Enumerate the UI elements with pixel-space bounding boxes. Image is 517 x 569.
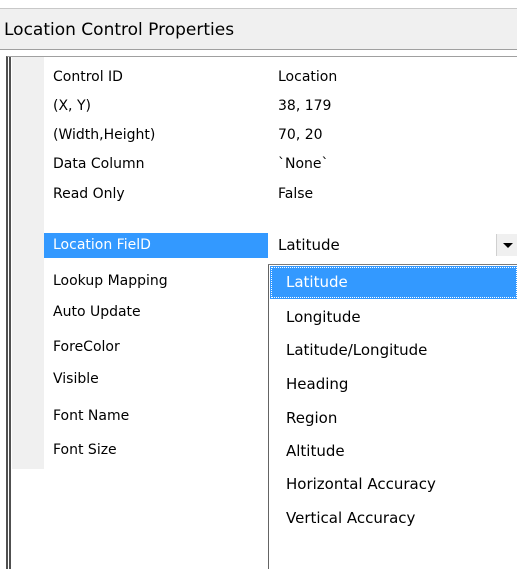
dropdown-option[interactable]: Latitude (270, 266, 517, 299)
dropdown-option[interactable]: Latitude/Longitude (270, 334, 517, 367)
property-value[interactable]: Location (278, 63, 513, 91)
property-name: Font Name (53, 408, 130, 424)
property-value[interactable]: 70, 20 (278, 121, 513, 149)
window-title: Location Control Properties (4, 20, 235, 40)
property-name: Control ID (53, 69, 123, 85)
location-field-combobox[interactable]: Latitude (268, 231, 517, 259)
property-name: Lookup Mapping (53, 273, 168, 289)
property-name: Read Only (53, 186, 125, 202)
dropdown-option[interactable]: Heading (270, 368, 517, 401)
property-name: (Width,Height) (53, 127, 156, 143)
dropdown-option[interactable]: Region (270, 402, 517, 435)
property-name: ForeColor (53, 339, 120, 355)
property-name: Font Size (53, 442, 117, 458)
property-name: (X, Y) (53, 98, 91, 114)
property-row-data-column[interactable]: Data Column `None` (44, 150, 517, 178)
properties-window: Location Control Properties Control ID L… (0, 0, 517, 569)
property-value[interactable]: `None` (278, 150, 513, 178)
property-name: Location FielD (53, 237, 151, 253)
location-field-dropdown-list[interactable]: Latitude Longitude Latitude/Longitude He… (268, 265, 517, 569)
property-row-read-only[interactable]: Read Only False (44, 180, 517, 208)
property-name: Auto Update (53, 304, 141, 320)
combobox-value: Latitude (278, 236, 340, 254)
property-row-width-height[interactable]: (Width,Height) 70, 20 (44, 121, 517, 149)
property-name: Data Column (53, 156, 145, 172)
property-row-control-id[interactable]: Control ID Location (44, 63, 517, 91)
dropdown-option[interactable]: Longitude (270, 301, 517, 334)
property-value[interactable]: 38, 179 (278, 92, 513, 120)
property-row-location-field[interactable]: Location FielD Latitude (44, 231, 517, 259)
property-grid-gutter (12, 57, 44, 469)
dropdown-button[interactable] (496, 234, 517, 256)
property-name: Visible (53, 371, 99, 387)
chevron-down-icon (503, 243, 513, 248)
grid-border (9, 57, 11, 569)
dropdown-option[interactable]: Vertical Accuracy (270, 502, 517, 535)
dropdown-option[interactable]: Horizontal Accuracy (270, 468, 517, 501)
dropdown-option[interactable]: Altitude (270, 435, 517, 468)
property-value[interactable]: False (278, 180, 513, 208)
title-bar: Location Control Properties (0, 8, 517, 50)
property-row-x-y[interactable]: (X, Y) 38, 179 (44, 92, 517, 120)
